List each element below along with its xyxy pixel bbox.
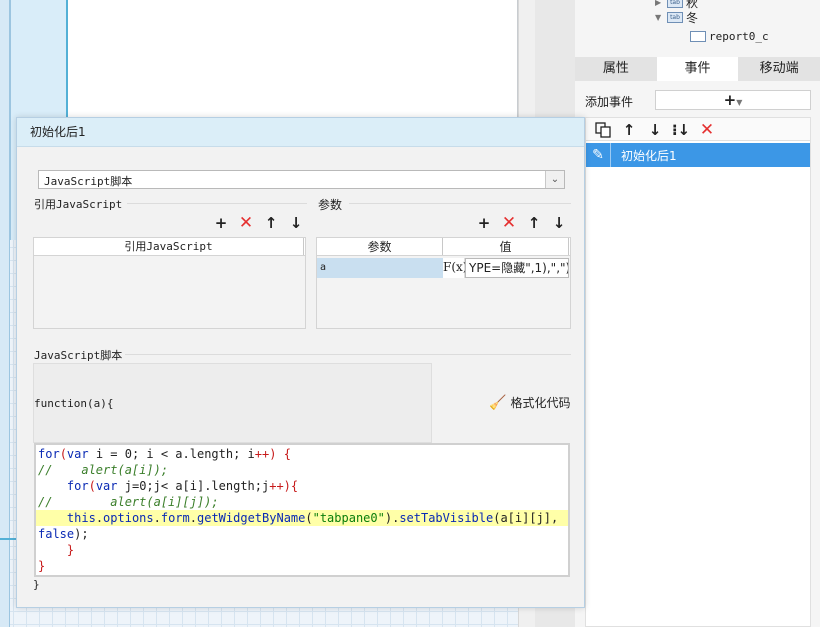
add-event-button[interactable]: +▼ <box>655 90 811 110</box>
delete-icon[interactable]: ✕ <box>237 213 255 233</box>
arrow-up-icon[interactable]: ↑ <box>262 214 280 232</box>
arrow-up-icon[interactable]: ↑ <box>525 214 543 232</box>
tab-icon: tab <box>667 0 683 8</box>
code-line: for(var i = 0; i < a.length; i++) { <box>38 447 291 461</box>
event-list: ✎ 初始化后1 <box>585 140 811 627</box>
code-line: // alert(a[i][j]); <box>38 495 219 509</box>
tree-collapsed-icon[interactable]: ▶ <box>655 0 667 7</box>
param-value-field[interactable]: YPE=隐藏",1),",") <box>465 258 569 278</box>
arrow-down-icon[interactable]: ↓ <box>287 214 305 232</box>
format-code-label: 格式化代码 <box>510 396 571 410</box>
tree-item-report[interactable]: report0_c <box>690 28 769 44</box>
code-line: // alert(a[i]); <box>38 463 169 477</box>
params-header: 参数 值 <box>317 238 570 256</box>
function-header: function(a){ <box>33 363 432 443</box>
chevron-down-icon: ▼ <box>736 98 743 107</box>
event-item-label: 初始化后1 <box>621 148 677 163</box>
params-toolbar: + ✕ ↑ ↓ <box>475 213 568 233</box>
column-header-param[interactable]: 参数 <box>317 238 443 255</box>
function-signature: function(a){ <box>34 397 114 410</box>
params-table: 参数 值 a F(x) YPE=隐藏",1),",") <box>316 237 571 329</box>
add-event-row: 添加事件 +▼ <box>575 88 820 112</box>
panel-tabs: 属性 事件 移动端 <box>575 57 820 81</box>
dialog-title: 初始化后1 <box>17 118 584 147</box>
script-group-label: JavaScript脚本 <box>34 349 123 362</box>
ref-js-list[interactable]: 引用JavaScript <box>33 237 306 329</box>
arrow-down-icon[interactable]: ↓ <box>644 119 666 141</box>
column-header[interactable]: 引用JavaScript <box>34 238 304 255</box>
arrow-up-icon[interactable]: ↑ <box>618 119 640 141</box>
tree-item-label: report0_c <box>709 29 769 43</box>
function-closing-brace: } <box>33 578 40 591</box>
code-line: for(var j=0;j< a[i].length;j++){ <box>66 479 299 493</box>
script-type-value: JavaScript脚本 <box>44 175 133 188</box>
tree-item-winter[interactable]: ▼ tab 冬 <box>655 9 698 25</box>
format-code-button[interactable]: 🧹 格式化代码 <box>489 394 570 411</box>
ref-js-group-label: 引用JavaScript <box>34 198 123 211</box>
add-icon[interactable]: + <box>212 214 230 232</box>
ref-js-header: 引用JavaScript <box>34 238 305 256</box>
add-event-label: 添加事件 <box>585 95 634 109</box>
params-group-label: 参数 <box>318 198 343 212</box>
arrow-down-icon[interactable]: ↓ <box>550 214 568 232</box>
chevron-down-icon[interactable]: ⌄ <box>545 171 564 188</box>
delete-icon[interactable]: ✕ <box>696 119 718 141</box>
tree-expanded-icon[interactable]: ▼ <box>655 13 667 22</box>
param-row[interactable]: a F(x) YPE=隐藏",1),",") <box>317 258 569 278</box>
right-panel: ▶ tab 秋 ▼ tab 冬 report0_c 属性 事件 移动端 添加事件… <box>575 0 820 627</box>
tab-icon: tab <box>667 11 683 23</box>
param-name-cell[interactable]: a <box>317 258 443 278</box>
delete-icon[interactable]: ✕ <box>500 213 518 233</box>
report-icon <box>690 30 706 42</box>
canvas-widget-edge <box>0 538 16 540</box>
code-line: } <box>66 543 75 557</box>
broom-icon: 🧹 <box>489 394 507 411</box>
code-editor[interactable]: for(var i = 0; i < a.length; i++) { // a… <box>34 443 570 577</box>
canvas-sheet <box>68 0 518 120</box>
code-line-current: this.options.form.getWidgetByName("tabpa… <box>36 510 568 526</box>
add-icon[interactable]: + <box>475 214 493 232</box>
canvas-left-strip <box>0 0 10 627</box>
event-item[interactable]: ✎ 初始化后1 <box>586 143 810 167</box>
column-header-value[interactable]: 值 <box>443 238 569 255</box>
script-type-select[interactable]: JavaScript脚本 ⌄ <box>38 170 565 189</box>
tree-item-label: 冬 <box>686 10 699 25</box>
move-down-icon[interactable]: ⁝↓ <box>670 119 692 141</box>
event-dialog: 初始化后1 JavaScript脚本 ⌄ 引用JavaScript + ✕ ↑ … <box>16 117 585 608</box>
plus-icon: + <box>723 91 737 109</box>
event-toolbar: ↑ ↓ ⁝↓ ✕ <box>585 117 811 141</box>
code-line: } <box>38 559 46 573</box>
code-line: false); <box>38 527 89 541</box>
tab-mobile[interactable]: 移动端 <box>738 57 820 81</box>
copy-icon[interactable] <box>592 119 614 141</box>
ref-js-toolbar: + ✕ ↑ ↓ <box>212 213 305 233</box>
edit-icon[interactable]: ✎ <box>586 147 610 163</box>
tab-events[interactable]: 事件 <box>656 57 739 81</box>
tab-properties[interactable]: 属性 <box>575 57 657 81</box>
formula-button[interactable]: F(x) <box>443 258 467 278</box>
